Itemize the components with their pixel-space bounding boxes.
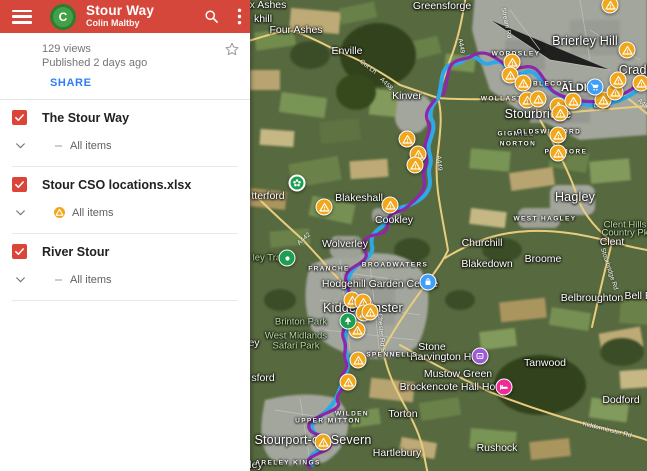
star-icon[interactable] [224,41,240,57]
polyline-legend-icon [55,279,62,281]
all-items-label[interactable]: All items [72,207,114,219]
map-info-panel: 129 views Published 2 days ago SHARE [0,33,250,100]
layer-title[interactable]: Stour CSO locations.xlsx [42,178,191,192]
view-count: 129 views [42,43,238,55]
trail-point-marker[interactable] [279,250,296,267]
cso-warning-marker[interactable] [530,91,547,108]
sidebar-header: C Stour Way Colin Maltby [0,0,250,33]
all-items-label[interactable]: All items [70,274,112,286]
cso-warning-marker[interactable] [315,434,332,451]
chevron-down-icon[interactable] [14,206,27,219]
hotel-marker[interactable] [496,379,513,396]
satellite-map[interactable]: Greensforgex AsheskhillFour AshesEnville… [250,0,647,471]
layer-checkbox[interactable] [12,177,27,192]
cso-warning-marker[interactable] [552,105,569,122]
cso-warning-marker[interactable] [382,197,399,214]
polyline-legend-icon [55,145,62,147]
historic-house-marker[interactable] [472,348,489,365]
layer-the-stour-way: The Stour Way All items [0,100,250,167]
map-titles: Stour Way Colin Maltby [86,4,154,30]
map-author: Colin Maltby [86,19,154,29]
cso-warning-marker[interactable] [550,145,567,162]
layer-title[interactable]: The Stour Way [42,111,129,125]
cso-warning-marker[interactable] [350,352,367,369]
cso-warning-marker[interactable] [633,75,647,92]
cso-warning-marker[interactable] [362,304,379,321]
page-title: Stour Way [86,4,154,19]
layer-checkbox[interactable] [12,110,27,125]
check-icon [14,112,25,123]
more-options-icon[interactable] [237,8,242,25]
menu-icon[interactable] [12,10,32,24]
garden-marker[interactable] [289,175,306,192]
my-maps-app: C Stour Way Colin Maltby 129 views Publi… [0,0,647,471]
cso-warning-marker[interactable] [340,374,357,391]
all-items-label[interactable]: All items [70,140,112,152]
cso-warning-marker[interactable] [565,93,582,110]
garden-centre-marker[interactable] [420,274,437,291]
avatar[interactable]: C [50,4,76,30]
share-button[interactable]: SHARE [50,77,92,89]
layer-stour-cso-locations: Stour CSO locations.xlsx All items [0,167,250,234]
published-date: Published 2 days ago [42,57,238,69]
satellite-imagery [250,0,647,471]
cso-warning-marker[interactable] [550,127,567,144]
cso-warning-marker[interactable] [316,199,333,216]
cso-warning-marker[interactable] [399,131,416,148]
chevron-down-icon[interactable] [14,139,27,152]
check-icon [14,179,25,190]
cso-warning-marker[interactable] [407,157,424,174]
cso-warning-marker[interactable] [515,75,532,92]
layer-title[interactable]: River Stour [42,245,109,259]
sidebar: C Stour Way Colin Maltby 129 views Publi… [0,0,250,471]
search-icon[interactable] [204,9,219,24]
chevron-down-icon[interactable] [14,273,27,286]
warning-marker-legend-icon [53,206,66,219]
park-marker[interactable] [340,313,357,330]
supermarket-marker[interactable] [587,79,604,96]
check-icon [14,246,25,257]
cso-warning-marker[interactable] [610,72,627,89]
layer-river-stour: River Stour All items [0,234,250,301]
cso-warning-marker[interactable] [619,42,636,59]
layer-checkbox[interactable] [12,244,27,259]
